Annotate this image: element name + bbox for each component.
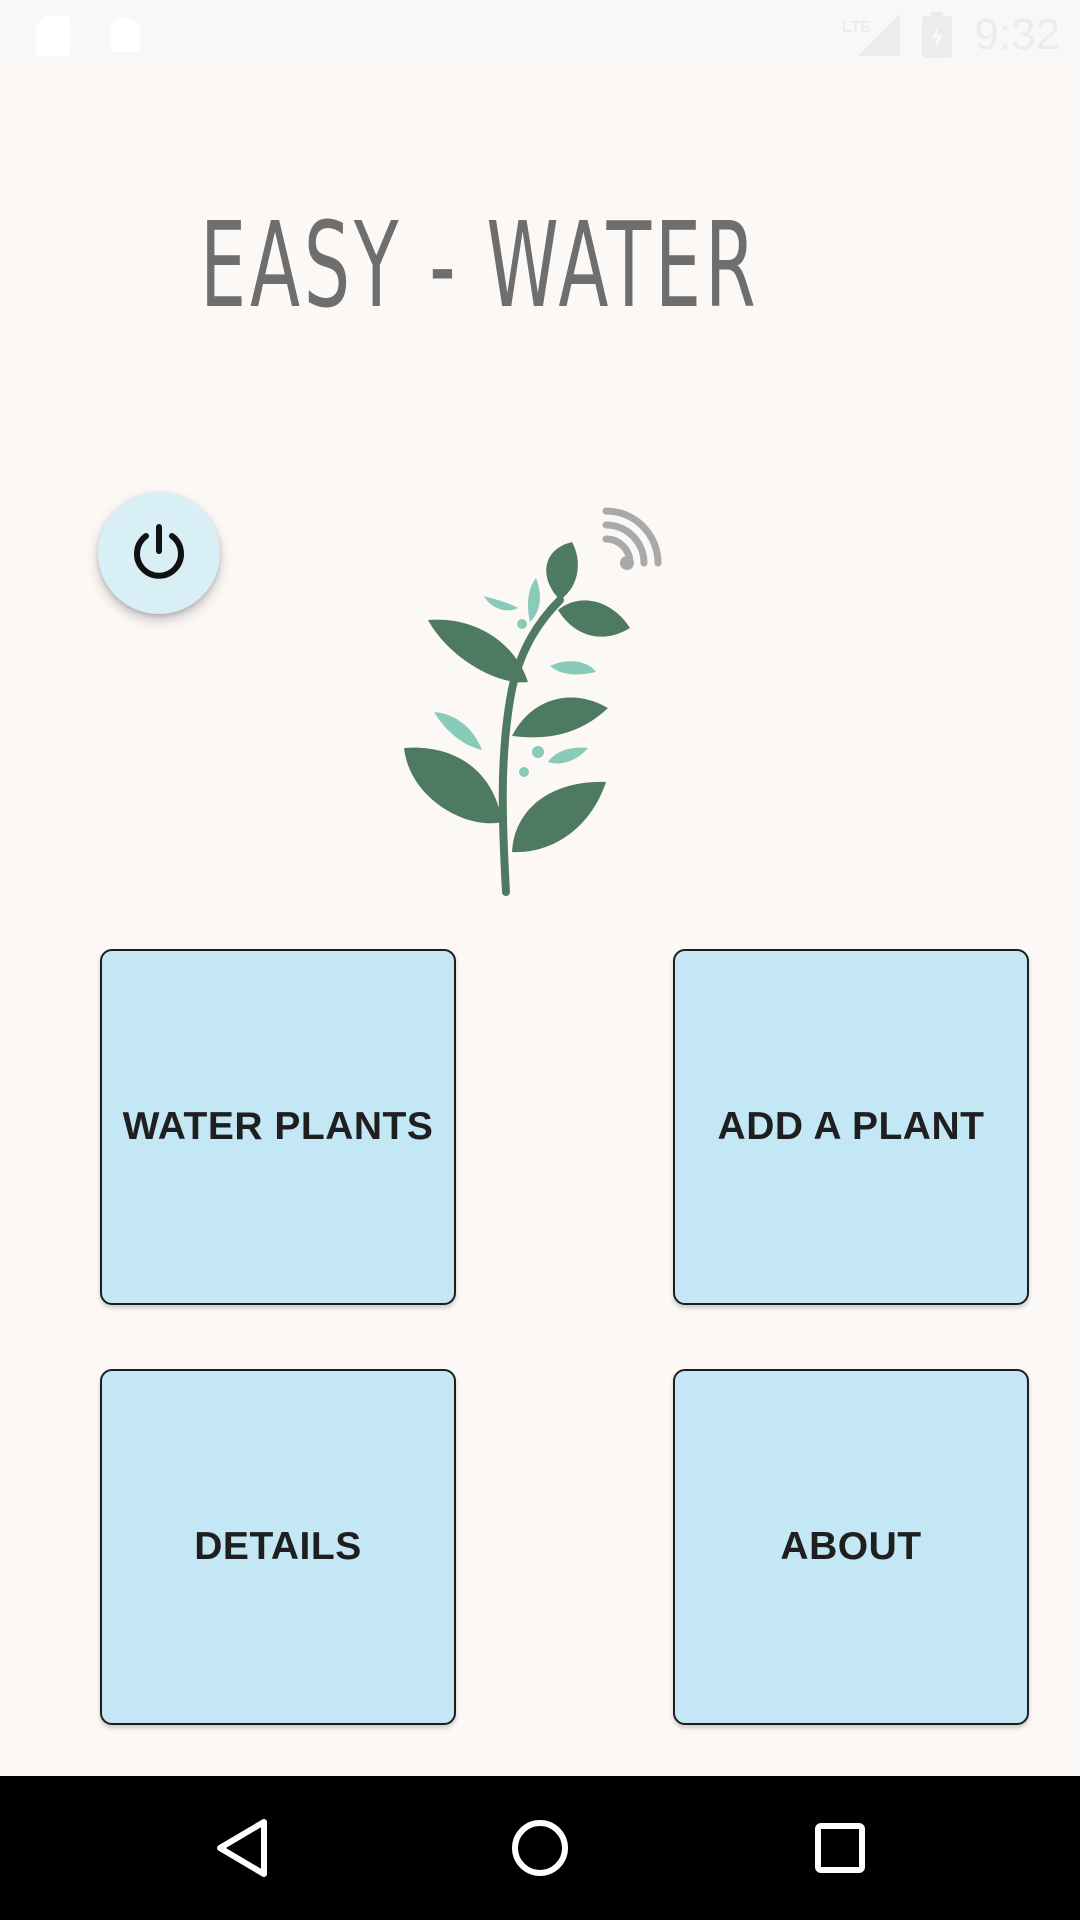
status-bar: LTE 9:32 [0,0,1080,68]
status-time: 9:32 [974,10,1060,59]
recents-icon[interactable] [814,1822,866,1874]
navigation-bar [0,1776,1080,1920]
power-icon [134,524,184,579]
android-icon [110,18,140,52]
water-plants-button[interactable]: WATER PLANTS [100,949,456,1305]
network-label: LTE [842,19,871,36]
about-button[interactable]: ABOUT [673,1369,1029,1725]
about-label: ABOUT [780,1525,922,1568]
add-plant-button[interactable]: ADD A PLANT [673,949,1029,1305]
app-title: EASY - WATER [200,196,760,334]
plant-wifi-icon [404,507,662,896]
battery-icon [922,12,952,58]
power-button[interactable] [98,492,220,614]
sd-card-icon [36,16,70,56]
home-icon[interactable] [510,1818,570,1878]
details-button[interactable]: DETAILS [100,1369,456,1725]
add-plant-label: ADD A PLANT [717,1105,985,1148]
main-screen: LTE 9:32 EASY - WATER WATER PLANTS ADD A… [0,0,1080,1920]
signal-icon: LTE [842,14,900,56]
back-icon[interactable] [212,1816,272,1880]
details-label: DETAILS [194,1525,362,1568]
water-plants-label: WATER PLANTS [122,1105,434,1148]
